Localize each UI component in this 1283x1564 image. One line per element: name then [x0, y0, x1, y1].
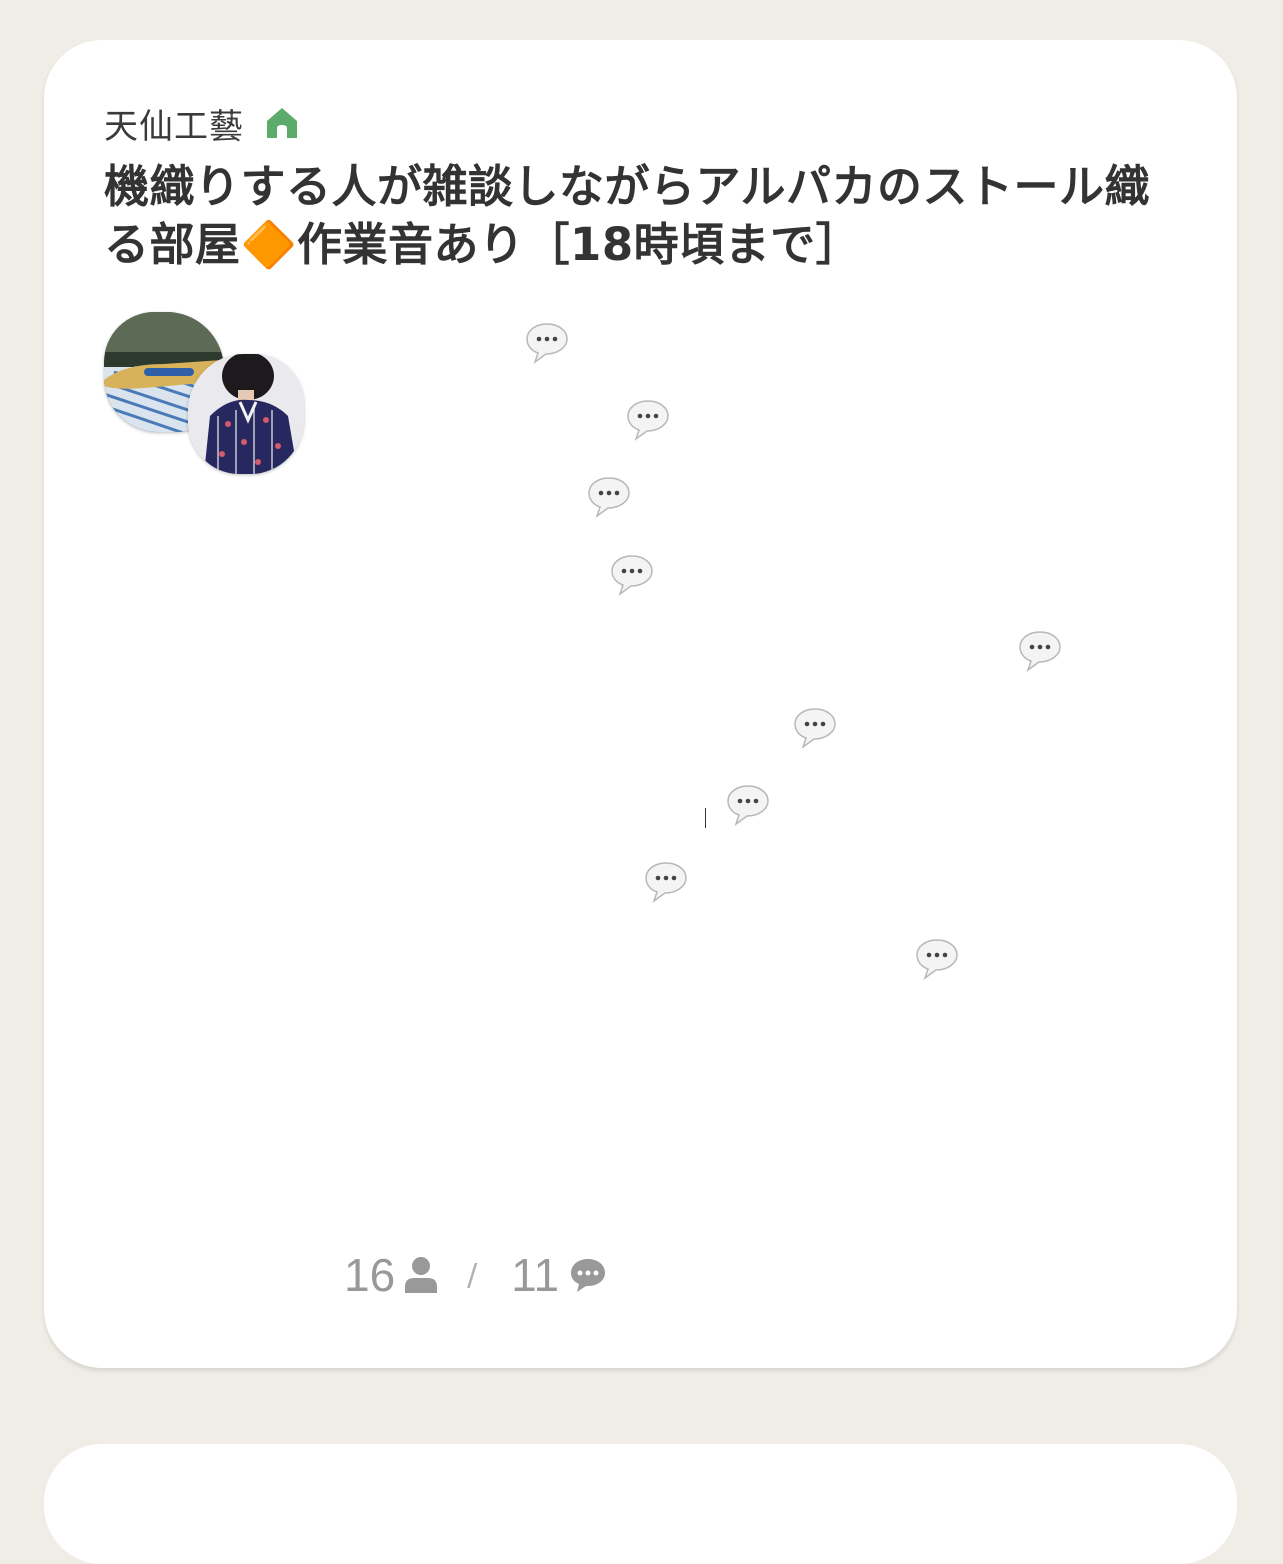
room-thumbnails [104, 312, 309, 480]
comment-bubble-icon [588, 477, 630, 518]
comment-bubble-icon [526, 323, 568, 364]
person-icon [405, 1257, 438, 1293]
listener-count: 16 [344, 1249, 396, 1301]
comment-count: 11 [511, 1249, 560, 1301]
text-cursor [705, 808, 706, 828]
room-title: 機織りする人が雑談しながらアルパカのストール織る部屋🔶作業音あり［18時頃まで］ [104, 160, 1151, 271]
comment-bubble-icon [727, 785, 769, 826]
room-stats: 16 / 11 [344, 1244, 607, 1306]
comment-bubble-icon [916, 939, 958, 980]
stats-separator: / [467, 1257, 478, 1293]
next-room-card[interactable] [44, 1444, 1237, 1564]
person-in-kimono-photo [188, 354, 304, 474]
comment-bubble-icon [645, 862, 687, 903]
home-icon [267, 108, 297, 138]
comment-bubble-icon [1019, 631, 1061, 672]
comment-bubble-icon [794, 708, 836, 749]
owner-name: 天仙工藝 [104, 106, 244, 147]
room-card[interactable]: 天仙工藝 機織りする人が雑談しながらアルパカのストール織る部屋🔶作業音あり［18… [44, 40, 1237, 1368]
comment-bubble-icon [627, 400, 669, 441]
owner-row: 天仙工藝 [104, 100, 300, 147]
comment-bubble-icon [611, 555, 653, 596]
comment-icon [571, 1259, 606, 1292]
